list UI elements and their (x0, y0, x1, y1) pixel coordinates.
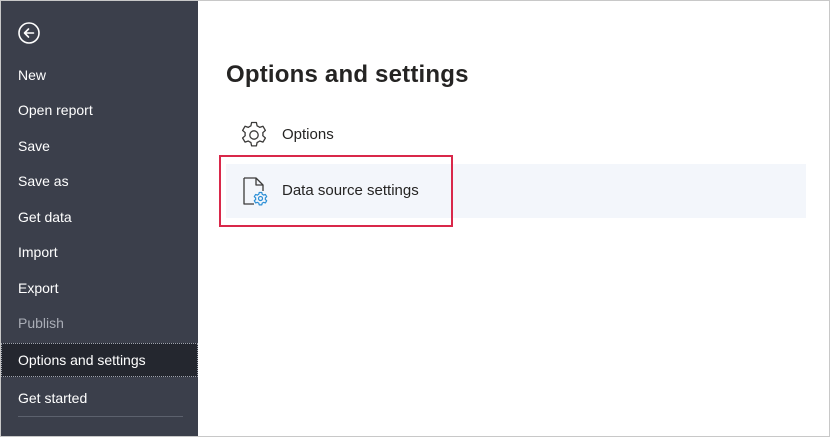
gear-icon (241, 121, 267, 147)
sidebar-divider (18, 416, 183, 417)
sidebar-item-get-started[interactable]: Get started (1, 381, 198, 415)
sidebar-item-open-report[interactable]: Open report (1, 93, 198, 127)
sidebar-item-get-data[interactable]: Get data (1, 200, 198, 234)
options-item[interactable]: Options (226, 110, 476, 160)
file-menu-sidebar: New Open report Save Save as Get data Im… (1, 1, 198, 436)
highlight-annotation-box (219, 155, 453, 227)
sidebar-item-save-as[interactable]: Save as (1, 164, 198, 198)
main-panel: Options and settings Options Data source… (198, 1, 829, 436)
sidebar-item-publish: Publish (18, 315, 64, 331)
back-arrow-circle-icon (18, 22, 40, 44)
back-button[interactable] (17, 21, 41, 45)
sidebar-item-export[interactable]: Export (1, 271, 198, 305)
sidebar-item-save[interactable]: Save (1, 129, 198, 163)
page-title: Options and settings (226, 61, 469, 88)
options-label: Options (282, 126, 334, 143)
sidebar-item-options-and-settings[interactable]: Options and settings (1, 343, 198, 377)
sidebar-item-new[interactable]: New (1, 58, 198, 92)
sidebar-item-import[interactable]: Import (1, 235, 198, 269)
